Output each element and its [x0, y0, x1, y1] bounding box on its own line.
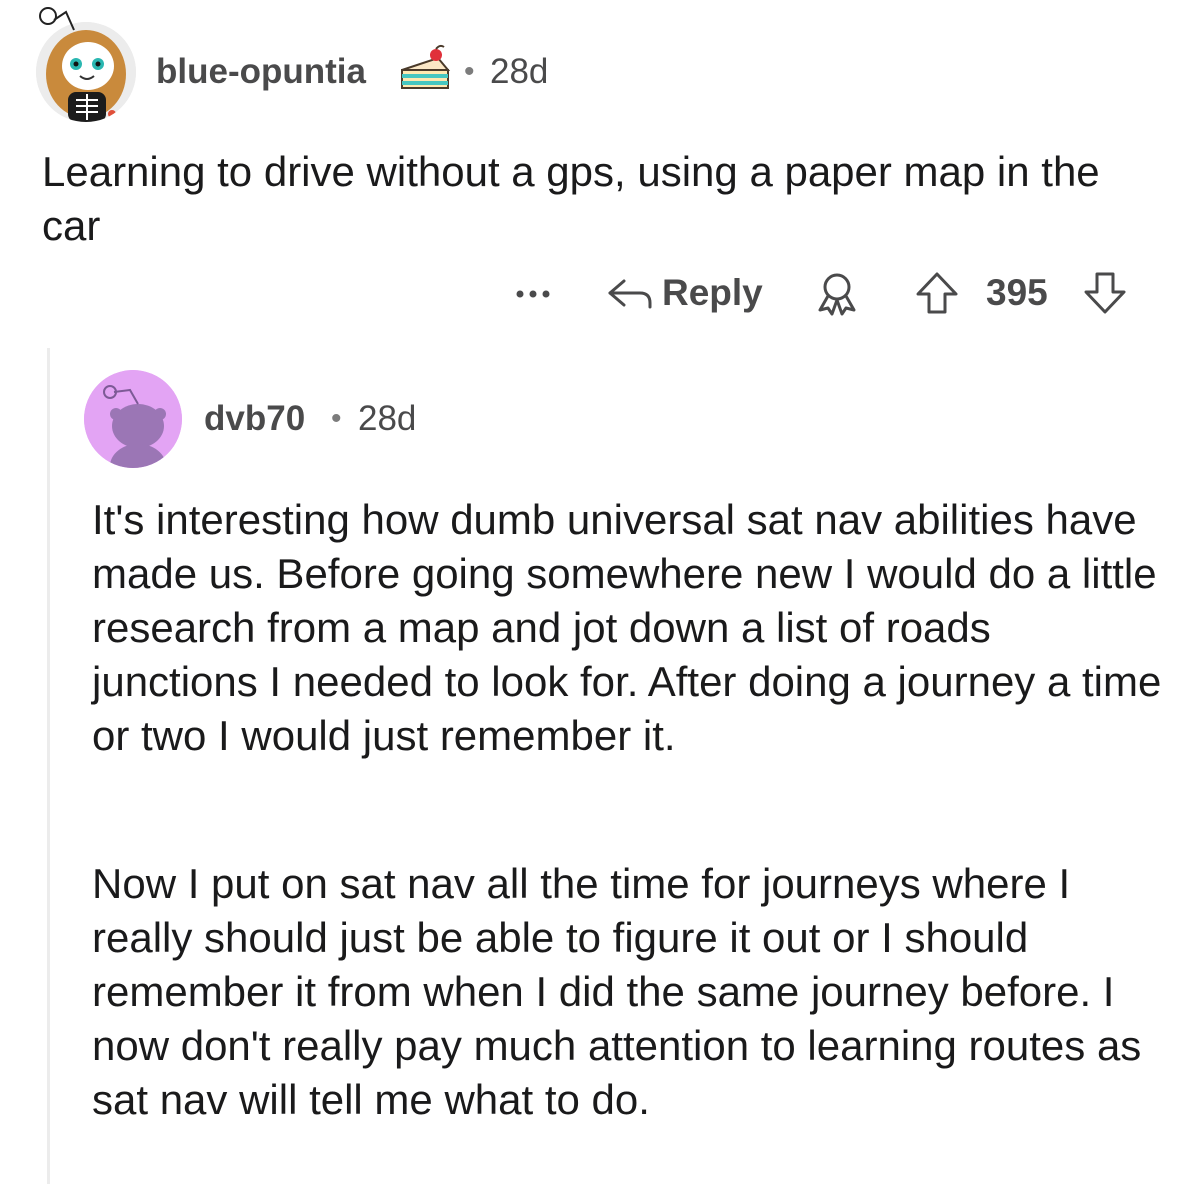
comment-age: 28d [358, 399, 417, 438]
comment-age: 28d [490, 52, 549, 91]
reply-label: Reply [662, 272, 763, 313]
comment-paragraph: It's interesting how dumb universal sat … [92, 496, 1162, 759]
comment-actions: Reply 395 [0, 268, 1179, 318]
more-options-icon[interactable] [512, 270, 556, 314]
reply-button[interactable]: Reply [604, 268, 763, 318]
award-icon[interactable] [810, 270, 864, 316]
reply-arrow-icon [604, 273, 654, 313]
username[interactable]: blue-opuntia [156, 52, 366, 92]
comment-paragraph: Now I put on sat nav all the time for jo… [92, 860, 1142, 1123]
thread-line[interactable] [47, 348, 50, 1184]
downvote-icon[interactable] [1080, 270, 1130, 316]
vote-count: 395 [986, 272, 1048, 313]
antenna-icon [39, 7, 75, 31]
username[interactable]: dvb70 [204, 399, 305, 439]
meta-separator: • [464, 55, 475, 88]
upvote-icon[interactable] [912, 270, 962, 316]
meta-separator: • [331, 402, 342, 435]
user-avatar[interactable] [84, 370, 182, 468]
comment-body: Learning to drive without a gps, using a… [42, 148, 1100, 249]
cake-icon [398, 44, 452, 94]
